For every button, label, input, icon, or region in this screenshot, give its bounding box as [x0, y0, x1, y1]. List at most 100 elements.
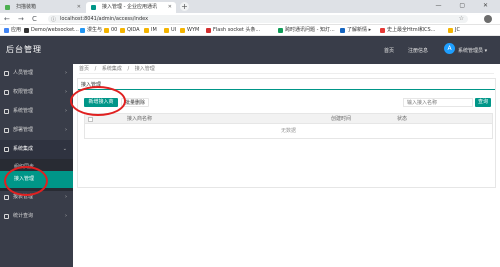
chevron-right-icon: ›	[65, 89, 67, 95]
app-header: 后台管理 首页 注册信息 A 系统管理员 ▾	[0, 36, 500, 64]
bookmark-star-icon[interactable]: ☆	[459, 15, 464, 23]
bookmark-label: WYM	[187, 27, 200, 33]
user-avatar[interactable]: A	[444, 43, 455, 54]
browser-tab-scan[interactable]: 扫描装箱 ✕	[0, 2, 85, 13]
bookmark-label: 应用	[11, 27, 22, 33]
chevron-right-icon: ›	[65, 194, 67, 200]
column-header-status[interactable]: 状态	[397, 114, 407, 124]
sidebar-item-permissions[interactable]: 权限管理 ›	[0, 83, 73, 102]
sidebar-item-label: 系统管理	[13, 108, 34, 114]
bookmark-item[interactable]: Flash socket 头条...	[206, 27, 260, 34]
tab-close-icon[interactable]: ✕	[168, 2, 172, 13]
breadcrumb-separator: /	[127, 66, 130, 72]
reload-icon[interactable]: C	[32, 14, 37, 24]
breadcrumb-current: 接入管理	[134, 66, 155, 72]
chevron-right-icon: ›	[65, 70, 67, 76]
sidebar-item-personnel[interactable]: 人员管理 ›	[0, 64, 73, 83]
folder-icon	[104, 28, 109, 33]
page-icon	[380, 28, 385, 33]
bookmark-item[interactable]: 漫生与	[80, 27, 102, 34]
sidebar-item-label: 统计查询	[13, 213, 34, 219]
panel-title-underline	[78, 89, 495, 90]
bookmark-folder[interactable]: UI	[164, 27, 176, 34]
info-icon[interactable]: ⓘ	[51, 16, 56, 24]
column-header-name[interactable]: 接入商名称	[127, 114, 152, 124]
chevron-right-icon: ›	[65, 213, 67, 219]
chevron-right-icon: ›	[65, 127, 67, 133]
bookmark-apps[interactable]: 应用	[4, 27, 21, 34]
window-controls[interactable]: — ▢ ✕	[435, 2, 496, 9]
lock-icon	[4, 90, 9, 95]
bookmark-label: JC	[455, 27, 460, 33]
browser-tab-bar: 扫描装箱 ✕ 接入管理 - 企业应用通讯 ✕ + — ▢ ✕	[0, 0, 500, 13]
tab-favicon-icon	[5, 5, 10, 10]
bookmark-folder[interactable]: QIDA	[120, 27, 140, 34]
sidebar-item-system[interactable]: 系统管理 ›	[0, 102, 73, 121]
bookmark-item[interactable]: 跨时通讯问题 - 知灯...	[278, 27, 335, 34]
tab-label: 接入管理 - 企业应用通讯	[102, 4, 157, 10]
bookmark-label: Flash socket 头条...	[213, 27, 261, 33]
breadcrumb-separator: /	[94, 66, 97, 72]
access-table: 接入商名称 创建时间 状态 无数据	[84, 113, 493, 139]
github-icon	[24, 28, 29, 33]
breadcrumb-integration[interactable]: 系统集成	[102, 66, 122, 72]
bookmark-item[interactable]: Demo/websocket...	[24, 27, 79, 34]
access-panel: 接入管理 新增接入商 批量删除 查询 接入商名称 创建时间 状态 无数据	[77, 78, 496, 188]
forward-icon[interactable]: →	[18, 14, 24, 24]
apps-icon	[4, 28, 9, 33]
bookmark-label: 00	[111, 27, 118, 33]
column-header-created[interactable]: 创建时间	[331, 114, 351, 124]
folder-icon	[164, 28, 169, 33]
table-empty-message: 无数据	[280, 128, 296, 134]
page-icon	[278, 28, 283, 33]
bookmark-label: Demo/websocket...	[31, 27, 79, 33]
table-header: 接入商名称 创建时间 状态	[85, 114, 492, 124]
back-icon[interactable]: ←	[4, 14, 10, 24]
bookmark-item[interactable]: 了解新情 ▸	[340, 27, 371, 34]
sidebar-item-integration[interactable]: 系统集成 ⌄	[0, 140, 73, 159]
bookmarks-bar: 应用 Demo/websocket... 漫生与 00 QIDA IM UI W…	[0, 25, 500, 36]
highlight-circle-sidebar-access	[4, 166, 48, 196]
url-field[interactable]: ⓘ localhost:8041/admin/access/index ☆	[48, 15, 468, 23]
bookmark-folder[interactable]: 00	[104, 27, 117, 34]
bookmark-label: 跨时通讯问题 - 知灯...	[285, 27, 335, 33]
bookmark-label: 漫生与	[87, 27, 103, 33]
page-icon	[206, 28, 211, 33]
new-tab-button[interactable]: +	[180, 2, 189, 11]
breadcrumb-home[interactable]: 首页	[79, 66, 89, 72]
bookmark-item[interactable]: 史上最全Html和CS...	[380, 27, 435, 34]
search-input[interactable]	[403, 98, 473, 107]
bookmark-label: 了解新情 ▸	[347, 27, 372, 33]
chart-icon	[4, 214, 9, 219]
address-bar: ← → C ⓘ localhost:8041/admin/access/inde…	[0, 13, 500, 25]
folder-icon	[120, 28, 125, 33]
bookmark-label: IM	[151, 27, 157, 33]
tab-label: 扫描装箱	[16, 4, 37, 10]
highlight-circle-add-button	[70, 86, 126, 116]
bookmark-folder[interactable]: WYM	[180, 27, 199, 34]
url-text: localhost:8041/admin/access/index	[60, 16, 149, 22]
folder-icon	[144, 28, 149, 33]
chevron-down-icon: ⌄	[62, 146, 67, 152]
user-menu[interactable]: 系统管理员 ▾	[458, 47, 487, 54]
sidebar-item-deployment[interactable]: 部署管理 ›	[0, 121, 73, 140]
header-link-register-info[interactable]: 注册信息	[408, 47, 428, 54]
report-icon	[4, 195, 9, 200]
user-icon	[4, 71, 9, 76]
sidebar-item-label: 人员管理	[13, 70, 34, 76]
integration-icon	[4, 147, 9, 152]
deploy-icon	[4, 128, 9, 133]
bookmark-label: QIDA	[127, 27, 140, 33]
select-all-checkbox[interactable]	[88, 117, 93, 122]
sidebar-item-statistics[interactable]: 统计查询 ›	[0, 207, 73, 226]
browser-tab-access[interactable]: 接入管理 - 企业应用通讯 ✕	[86, 2, 176, 13]
sidebar-item-label: 权限管理	[13, 89, 34, 95]
bookmark-folder[interactable]: JC	[448, 27, 460, 34]
bookmark-folder[interactable]: IM	[144, 27, 157, 34]
search-button[interactable]: 查询	[475, 98, 491, 107]
bookmark-label: UI	[171, 27, 177, 33]
account-avatar-icon[interactable]	[484, 15, 492, 23]
header-link-home[interactable]: 首页	[384, 47, 394, 54]
tab-favicon-icon	[91, 5, 96, 10]
tab-close-icon[interactable]: ✕	[77, 2, 81, 13]
